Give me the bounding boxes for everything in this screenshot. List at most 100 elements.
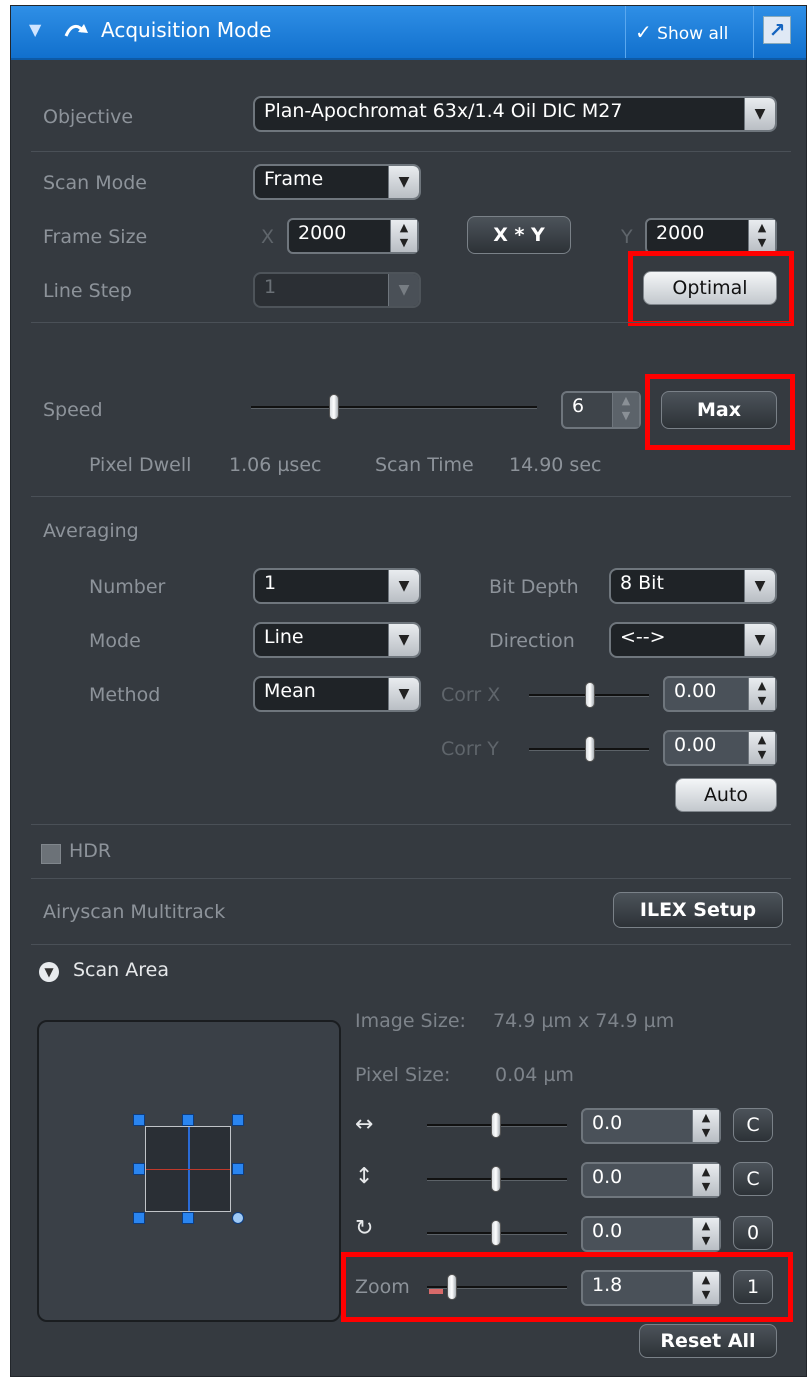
spin-arrows-icon[interactable]: ▲ ▼ — [612, 393, 639, 427]
resize-handle[interactable] — [232, 1163, 244, 1175]
hdr-label: HDR — [69, 840, 112, 862]
corr-y-label: Corr Y — [441, 738, 499, 760]
speed-slider-track[interactable] — [251, 406, 537, 409]
rotate-handle[interactable] — [232, 1212, 244, 1224]
spin-arrows-icon[interactable]: ▲ ▼ — [748, 220, 775, 252]
frame-y-label: Y — [621, 226, 633, 248]
chevron-down-icon: ▼ — [388, 570, 419, 602]
speed-input[interactable]: 6 ▲ ▼ — [561, 391, 641, 429]
reset-all-button[interactable]: Reset All — [639, 1324, 777, 1358]
method-value: Mean — [264, 680, 316, 702]
resize-handle[interactable] — [182, 1212, 194, 1224]
direction-label: Direction — [489, 630, 575, 652]
frame-size-label: Frame Size — [43, 226, 148, 248]
acquisition-mode-icon — [64, 24, 88, 37]
spin-arrows-icon[interactable]: ▲ ▼ — [748, 732, 775, 764]
xy-button[interactable]: X * Y — [467, 216, 571, 254]
line-step-dropdown: 1 ▼ — [253, 272, 421, 308]
pixel-size-value: 0.04 µm — [495, 1064, 574, 1086]
frame-x-value: 2000 — [298, 222, 347, 244]
resize-handle[interactable] — [133, 1212, 145, 1224]
rotate-icon: ↻ — [355, 1216, 374, 1241]
bit-depth-dropdown[interactable]: 8 Bit ▼ — [609, 568, 777, 604]
horizontal-centerline — [146, 1169, 230, 1170]
objective-value: Plan-Apochromat 63x/1.4 Oil DIC M27 — [264, 100, 623, 122]
offset-y-reset-button[interactable]: C — [733, 1162, 773, 1196]
offset-y-input[interactable]: 0.0 ▲ ▼ — [581, 1162, 721, 1198]
objective-label: Objective — [43, 106, 134, 128]
airyscan-multitrack-label: Airyscan Multitrack — [43, 901, 226, 923]
chevron-down-icon: ▼ — [744, 624, 775, 656]
offset-y-value: 0.0 — [592, 1166, 623, 1188]
objective-dropdown[interactable]: Plan-Apochromat 63x/1.4 Oil DIC M27 ▼ — [253, 96, 777, 132]
speed-value: 6 — [572, 395, 585, 417]
rotation-input[interactable]: 0.0 ▲ ▼ — [581, 1216, 721, 1252]
number-value: 1 — [264, 572, 277, 594]
chevron-down-icon: ▼ — [388, 624, 419, 656]
resize-handle[interactable] — [133, 1163, 145, 1175]
highlight-box-max — [645, 374, 795, 450]
corr-x-input[interactable]: 0.00 ▲ ▼ — [663, 676, 777, 712]
chevron-down-icon: ▼ — [388, 678, 419, 710]
hdr-checkbox[interactable] — [41, 844, 61, 864]
scan-area-preview[interactable] — [37, 1020, 341, 1322]
scan-time-value: 14.90 sec — [509, 454, 602, 476]
corr-y-input[interactable]: 0.00 ▲ ▼ — [663, 730, 777, 766]
show-all-label: Show all — [657, 24, 729, 44]
resize-handle[interactable] — [232, 1114, 244, 1126]
corr-y-slider-thumb[interactable] — [585, 736, 595, 762]
corr-y-value: 0.00 — [674, 734, 717, 756]
highlight-box-zoom — [341, 1252, 793, 1322]
spin-arrows-icon[interactable]: ▲ ▼ — [692, 1110, 719, 1142]
rotation-slider-thumb[interactable] — [491, 1220, 501, 1246]
pixel-dwell-label: Pixel Dwell — [89, 454, 192, 476]
scan-time-label: Scan Time — [375, 454, 474, 476]
show-all-toggle[interactable]: ✓ Show all — [635, 20, 728, 44]
offset-x-slider-thumb[interactable] — [491, 1112, 501, 1138]
titlebar-divider-2 — [753, 6, 754, 58]
spin-arrows-icon[interactable]: ▲ ▼ — [692, 1218, 719, 1250]
frame-x-label: X — [261, 226, 275, 248]
auto-button[interactable]: Auto — [675, 778, 777, 812]
frame-y-input[interactable]: 2000 ▲ ▼ — [645, 218, 777, 254]
number-dropdown[interactable]: 1 ▼ — [253, 568, 421, 604]
pixel-size-label: Pixel Size: — [355, 1064, 451, 1086]
divider — [31, 878, 791, 879]
chevron-down-circle-icon[interactable]: ▼ — [39, 962, 59, 982]
panel-titlebar[interactable]: ▼ Acquisition Mode ✓ Show all ↗ — [11, 6, 806, 60]
direction-dropdown[interactable]: <--> ▼ — [609, 622, 777, 658]
acquisition-mode-panel: ▼ Acquisition Mode ✓ Show all ↗ Objectiv… — [10, 5, 807, 1377]
spin-arrows-icon[interactable]: ▲ ▼ — [390, 220, 417, 252]
method-dropdown[interactable]: Mean ▼ — [253, 676, 421, 712]
mode-dropdown[interactable]: Line ▼ — [253, 622, 421, 658]
scan-mode-value: Frame — [264, 168, 324, 190]
pixel-dwell-value: 1.06 µsec — [229, 454, 322, 476]
corr-x-label: Corr X — [441, 684, 501, 706]
chevron-down-icon: ▼ — [388, 166, 419, 198]
divider — [31, 322, 791, 323]
collapse-arrow-icon[interactable]: ▼ — [29, 20, 41, 39]
offset-x-input[interactable]: 0.0 ▲ ▼ — [581, 1108, 721, 1144]
rotation-reset-button[interactable]: 0 — [733, 1216, 773, 1250]
resize-handle[interactable] — [133, 1114, 145, 1126]
divider — [31, 496, 791, 497]
scan-region-box[interactable] — [145, 1126, 231, 1212]
divider — [31, 151, 791, 152]
line-step-value: 1 — [264, 276, 277, 298]
speed-slider-thumb[interactable] — [328, 394, 339, 420]
corr-x-slider-thumb[interactable] — [585, 682, 595, 708]
offset-y-slider-thumb[interactable] — [491, 1166, 501, 1192]
spin-arrows-icon[interactable]: ▲ ▼ — [692, 1164, 719, 1196]
highlight-box-optimal — [628, 251, 794, 326]
image-size-value: 74.9 µm x 74.9 µm — [493, 1010, 675, 1032]
spin-arrows-icon[interactable]: ▲ ▼ — [748, 678, 775, 710]
undock-icon[interactable]: ↗ — [763, 16, 791, 44]
offset-x-reset-button[interactable]: C — [733, 1108, 773, 1142]
scan-mode-dropdown[interactable]: Frame ▼ — [253, 164, 421, 200]
resize-handle[interactable] — [182, 1114, 194, 1126]
ilex-setup-button[interactable]: ILEX Setup — [613, 892, 783, 928]
method-label: Method — [89, 684, 161, 706]
averaging-heading: Averaging — [43, 520, 139, 542]
frame-x-input[interactable]: 2000 ▲ ▼ — [287, 218, 419, 254]
scan-area-heading: Scan Area — [73, 959, 169, 981]
